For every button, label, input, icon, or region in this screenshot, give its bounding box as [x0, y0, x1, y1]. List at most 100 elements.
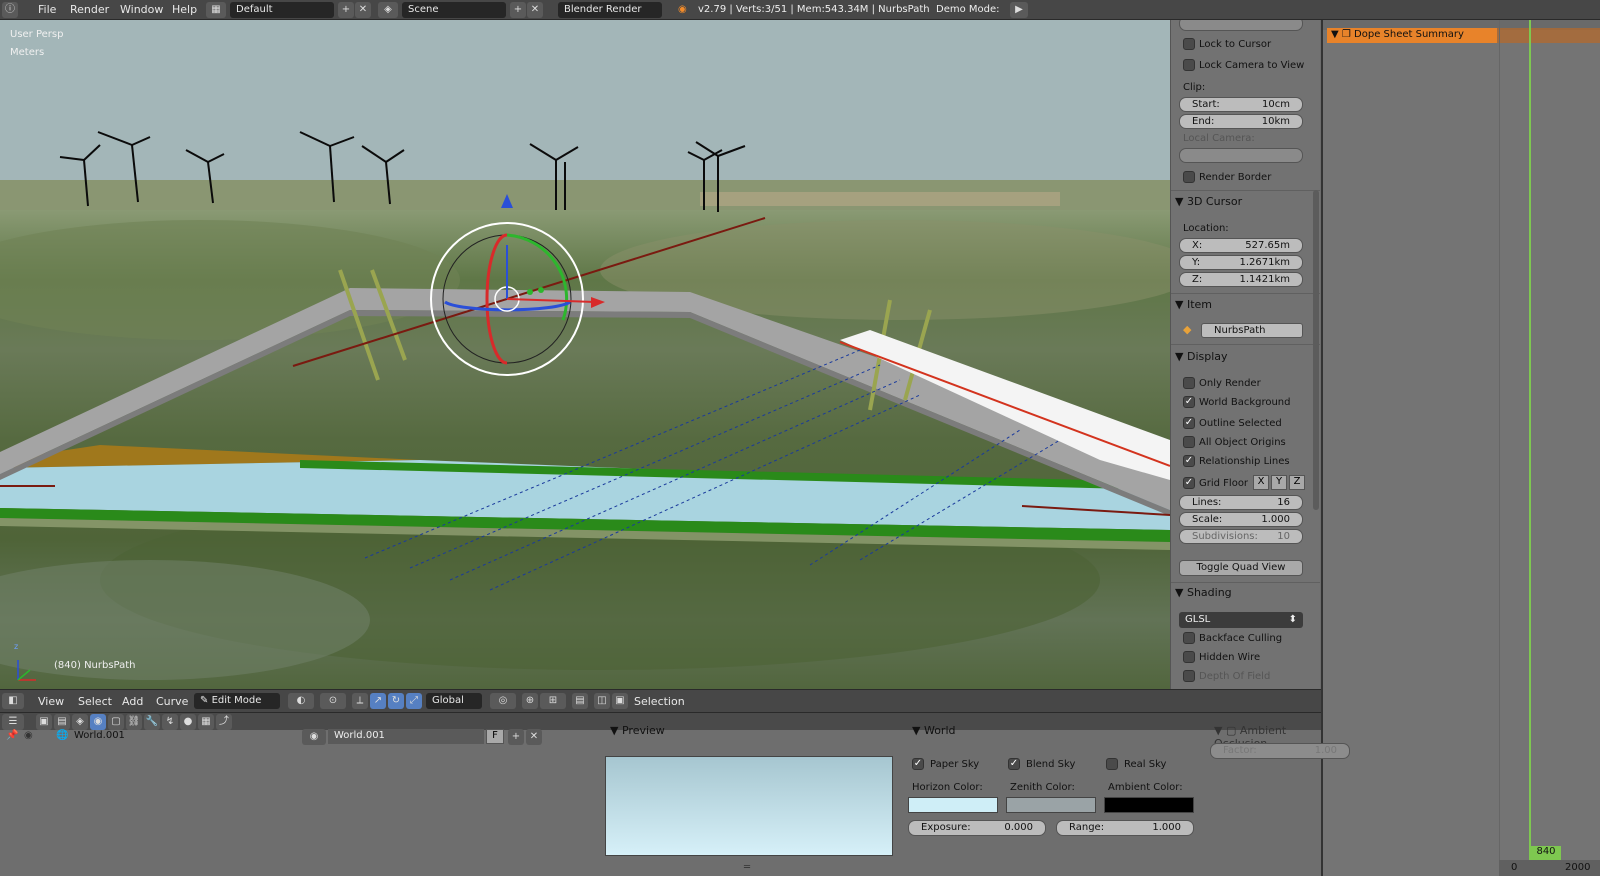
shading-mode-dropdown[interactable]: GLSL ⬍ — [1179, 612, 1303, 628]
fake-user-button[interactable]: F — [486, 729, 504, 744]
tab-material-icon[interactable]: ● — [180, 714, 196, 730]
tab-modifiers-icon[interactable]: 🔧 — [144, 714, 160, 730]
tab-scene-icon[interactable]: ◈ — [72, 714, 88, 730]
transform-orientation-dropdown[interactable]: Global — [426, 693, 482, 709]
grid-subdivisions-field[interactable]: Subdivisions: 10 — [1179, 529, 1303, 544]
snap-element-icon[interactable]: ⊞ — [540, 693, 566, 709]
3d-cursor-section-header[interactable]: ▼ 3D Cursor — [1175, 195, 1242, 208]
lock-camera-checkbox[interactable] — [1183, 59, 1195, 71]
render-border-checkbox[interactable] — [1183, 171, 1195, 183]
real-sky-checkbox[interactable] — [1106, 758, 1118, 770]
hidden-wire-checkbox[interactable] — [1183, 651, 1195, 663]
grid-axis-y-toggle[interactable]: Y — [1271, 475, 1287, 490]
world-section-header[interactable]: ▼ World — [912, 724, 956, 737]
add-layout-icon[interactable]: + — [338, 2, 354, 18]
viewport-shading-icon[interactable]: ◐ — [288, 693, 314, 709]
ao-factor-field[interactable]: Factor: 1.00 — [1210, 743, 1350, 759]
display-checkbox[interactable]: ✓ — [1183, 455, 1195, 467]
mode-dropdown[interactable]: ✎ Edit Mode — [194, 693, 280, 709]
render-preview-icon[interactable]: ◫ — [594, 693, 610, 709]
tab-render-icon[interactable]: ▣ — [36, 714, 52, 730]
menu-curve[interactable]: Curve — [156, 695, 188, 708]
rotate-manipulator-icon[interactable]: ↻ — [388, 693, 404, 709]
unlink-world-icon[interactable]: ✕ — [526, 729, 542, 745]
local-camera-field[interactable] — [1179, 148, 1303, 163]
remove-layout-icon[interactable]: ✕ — [355, 2, 371, 18]
layout-dropdown[interactable]: Default — [230, 2, 334, 18]
new-world-icon[interactable]: + — [508, 729, 524, 745]
exposure-field[interactable]: Exposure: 0.000 — [908, 820, 1046, 836]
lock-to-cursor-checkbox[interactable] — [1183, 38, 1195, 50]
ao-checkbox-icon[interactable]: ▢ — [1226, 724, 1236, 737]
display-section-header[interactable]: ▼ Display — [1175, 350, 1228, 363]
play-icon[interactable]: ▶ — [1010, 2, 1028, 18]
cursor-y-field[interactable]: Y: 1.2671km — [1179, 255, 1303, 270]
opengl-render-icon[interactable]: ▣ — [612, 693, 628, 709]
menu-file[interactable]: File — [38, 3, 56, 16]
scale-manipulator-icon[interactable]: ⤢ — [406, 693, 422, 709]
item-name-field[interactable]: NurbsPath — [1201, 323, 1303, 338]
menu-add[interactable]: Add — [122, 695, 143, 708]
add-scene-icon[interactable]: + — [510, 2, 526, 18]
grid-axis-z-toggle[interactable]: Z — [1289, 475, 1305, 490]
menu-window[interactable]: Window — [120, 3, 163, 16]
render-engine-dropdown[interactable]: Blender Render — [558, 2, 662, 18]
npanel-scrollbar[interactable] — [1313, 190, 1319, 510]
menu-help[interactable]: Help — [172, 3, 197, 16]
tab-physics-icon[interactable]: ⤴ — [216, 714, 232, 730]
tab-object-icon[interactable]: ▢ — [108, 714, 124, 730]
grid-lines-field[interactable]: Lines: 16 — [1179, 495, 1303, 510]
proportional-edit-icon[interactable]: ◎ — [490, 693, 516, 709]
depth-of-field-checkbox[interactable] — [1183, 670, 1195, 682]
tab-world-icon[interactable]: ◉ — [90, 714, 106, 730]
backface-culling-checkbox[interactable] — [1183, 632, 1195, 644]
camera-object-field[interactable] — [1179, 20, 1303, 31]
paper-sky-checkbox[interactable]: ✓ — [912, 758, 924, 770]
range-field[interactable]: Range: 1.000 — [1056, 820, 1194, 836]
resize-handle-icon[interactable]: ═ — [744, 862, 750, 873]
tab-constraints-icon[interactable]: ⛓ — [126, 714, 142, 730]
display-checkbox[interactable] — [1183, 436, 1195, 448]
shading-section-header[interactable]: ▼ Shading — [1175, 586, 1232, 599]
grid-axis-x-toggle[interactable]: X — [1253, 475, 1269, 490]
cursor-x-field[interactable]: X: 527.65m — [1179, 238, 1303, 253]
dope-sheet-editor[interactable]: ▼ ❐ Dope Sheet Summary 840 0 2000 — [1321, 20, 1600, 876]
grid-floor-checkbox[interactable]: ✓ — [1183, 477, 1195, 489]
scene-icon[interactable]: ◈ — [378, 2, 398, 18]
display-checkbox[interactable] — [1183, 377, 1195, 389]
clip-end-field[interactable]: End: 10km — [1179, 114, 1303, 129]
world-browse-icon[interactable]: ◉ — [302, 729, 326, 745]
display-checkbox[interactable]: ✓ — [1183, 396, 1195, 408]
snap-toggle-icon[interactable]: ⊕ — [522, 693, 538, 709]
horizon-color-swatch[interactable] — [908, 797, 998, 813]
translate-manipulator-icon[interactable]: ↗ — [370, 693, 386, 709]
manipulator-toggle-icon[interactable]: ⟂ — [352, 693, 368, 709]
pivot-point-icon[interactable]: ⊙ — [320, 693, 346, 709]
blend-sky-checkbox[interactable]: ✓ — [1008, 758, 1020, 770]
menu-select[interactable]: Select — [78, 695, 112, 708]
current-frame-line[interactable] — [1529, 20, 1531, 860]
tab-texture-icon[interactable]: ▦ — [198, 714, 214, 730]
tab-render-layers-icon[interactable]: ▤ — [54, 714, 70, 730]
layers-icon[interactable]: ▤ — [572, 693, 588, 709]
preview-section-header[interactable]: ▼ Preview — [610, 724, 665, 737]
editor-type-info-icon[interactable]: ⓘ — [2, 2, 18, 18]
scene-dropdown[interactable]: Scene — [402, 2, 506, 18]
item-section-header[interactable]: ▼ Item — [1175, 298, 1212, 311]
remove-scene-icon[interactable]: ✕ — [527, 2, 543, 18]
editor-type-properties-icon[interactable]: ☰ — [2, 714, 24, 730]
display-checkbox[interactable]: ✓ — [1183, 417, 1195, 429]
cursor-z-field[interactable]: Z: 1.1421km — [1179, 272, 1303, 287]
toggle-quad-view-button[interactable]: Toggle Quad View — [1179, 560, 1303, 576]
ambient-color-swatch[interactable] — [1104, 797, 1194, 813]
grid-scale-field[interactable]: Scale: 1.000 — [1179, 512, 1303, 527]
menu-render[interactable]: Render — [70, 3, 109, 16]
3d-viewport[interactable]: User Persp Meters (840) NurbsPath z — [0, 20, 1170, 689]
tab-data-icon[interactable]: ↯ — [162, 714, 178, 730]
menu-view[interactable]: View — [38, 695, 64, 708]
world-datablock-field[interactable]: World.001 — [328, 729, 484, 744]
layout-screen-icon[interactable]: ▦ — [206, 2, 226, 18]
dope-sheet-summary-row[interactable]: ▼ ❐ Dope Sheet Summary — [1327, 28, 1497, 43]
clip-start-field[interactable]: Start: 10cm — [1179, 97, 1303, 112]
pin-icon[interactable]: 📌 — [6, 730, 18, 741]
